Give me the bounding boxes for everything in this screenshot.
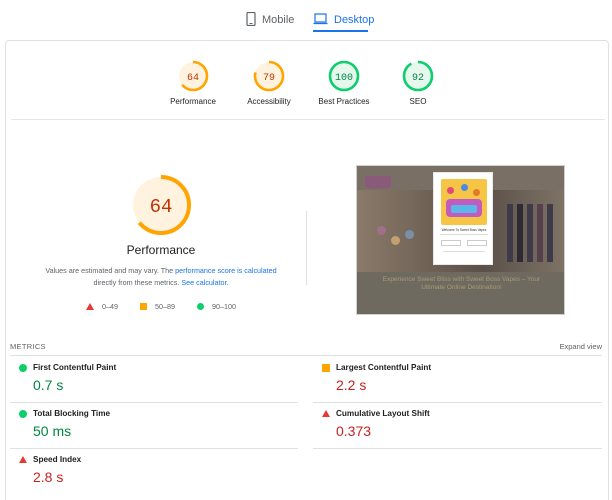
note-text: Values are estimated and may vary. The xyxy=(45,266,176,275)
score-calculation-link[interactable]: performance score is calculated xyxy=(175,266,276,275)
performance-title: Performance xyxy=(126,243,196,257)
metric-value: 0.373 xyxy=(336,423,372,439)
metrics-divider xyxy=(10,355,602,356)
metric-name: Total Blocking Time xyxy=(33,409,111,418)
device-tabs: Mobile Desktop xyxy=(0,0,612,34)
gauge-seo[interactable]: 92 SEO xyxy=(378,59,458,106)
tab-desktop-label: Desktop xyxy=(334,14,375,26)
gauge-label: Accessibility xyxy=(247,97,291,106)
tab-mobile-label: Mobile xyxy=(262,14,295,26)
popup-image xyxy=(441,179,487,225)
legend-range: 90–100 xyxy=(212,302,236,311)
gauge-best-practices[interactable]: 100 Best Practices xyxy=(304,59,384,106)
gauge-ring: 64 xyxy=(177,60,209,92)
gauge-label: SEO xyxy=(409,97,427,106)
site-logo xyxy=(365,176,391,188)
active-tab-indicator xyxy=(313,30,368,32)
metric-name: Largest Contentful Paint xyxy=(336,363,432,372)
section-divider xyxy=(11,119,605,120)
metric-value: 0.7 s xyxy=(33,377,64,393)
metric-name: First Contentful Paint xyxy=(33,363,117,372)
expand-view-toggle[interactable]: Expand view xyxy=(559,342,602,351)
screenshot-caption: Experience Sweet Bliss with Sweet Boss V… xyxy=(382,276,541,291)
gauge-label: Performance xyxy=(170,97,216,106)
circle-icon xyxy=(197,303,204,310)
performance-summary: 64 Performance Values are estimated and … xyxy=(26,173,296,311)
svg-text:79: 79 xyxy=(263,73,275,84)
metric-speed-index: Speed Index 2.8 s xyxy=(10,449,290,495)
svg-text:64: 64 xyxy=(150,196,173,218)
legend-average: 50–89 xyxy=(140,302,175,311)
score-legend: 0–49 50–89 90–100 xyxy=(26,302,296,311)
square-icon xyxy=(322,364,330,372)
see-calculator-link[interactable]: See calculator. xyxy=(181,278,228,287)
laptop-icon xyxy=(313,12,328,28)
triangle-icon xyxy=(19,456,27,463)
final-screenshot: Experience Sweet Bliss with Sweet Boss V… xyxy=(356,165,565,315)
tab-desktop[interactable]: Desktop xyxy=(313,8,374,32)
report-card: 64 Performance 79 Accessibility 100 Best… xyxy=(5,40,609,500)
gauge-ring: 79 xyxy=(253,60,285,92)
gauge-ring: 100 xyxy=(328,60,360,92)
metric-name: Cumulative Layout Shift xyxy=(336,409,430,418)
circle-icon xyxy=(19,410,27,418)
metric-value: 2.8 s xyxy=(33,469,64,485)
svg-text:64: 64 xyxy=(187,73,199,84)
note-text-2: directly from these metrics. xyxy=(93,278,182,287)
metric-fcp: First Contentful Paint 0.7 s xyxy=(10,357,290,403)
circle-icon xyxy=(19,364,27,372)
triangle-icon xyxy=(322,410,330,417)
gauge-ring: 92 xyxy=(402,60,434,92)
popup-button xyxy=(467,240,487,246)
square-icon xyxy=(140,303,147,310)
popup-modal: Welcome To Sweet Boss Vapes xyxy=(433,172,493,265)
performance-gauge: 64 xyxy=(131,175,191,235)
gauge-label: Best Practices xyxy=(318,97,370,106)
svg-text:100: 100 xyxy=(335,73,353,84)
performance-note: Values are estimated and may vary. The p… xyxy=(26,265,296,289)
gauge-performance[interactable]: 64 Performance xyxy=(153,59,233,106)
metric-tbt: Total Blocking Time 50 ms xyxy=(10,403,290,449)
triangle-icon xyxy=(86,303,94,310)
smartphone-icon xyxy=(246,11,256,29)
metric-name: Speed Index xyxy=(33,455,82,464)
metric-lcp: Largest Contentful Paint 2.2 s xyxy=(313,357,593,403)
legend-pass: 90–100 xyxy=(197,302,236,311)
metric-divider xyxy=(313,448,602,449)
metric-cls: Cumulative Layout Shift 0.373 xyxy=(313,403,593,449)
tab-mobile[interactable]: Mobile xyxy=(246,8,294,32)
metric-value: 50 ms xyxy=(33,423,72,439)
metrics-header: METRICS Expand view xyxy=(10,342,602,351)
popup-button xyxy=(441,240,461,246)
svg-text:92: 92 xyxy=(412,73,424,84)
metric-value: 2.2 s xyxy=(336,377,367,393)
legend-fail: 0–49 xyxy=(86,302,118,311)
gauge-accessibility[interactable]: 79 Accessibility xyxy=(229,59,309,106)
vertical-divider xyxy=(306,211,307,285)
metrics-heading: METRICS xyxy=(10,342,46,351)
legend-range: 50–89 xyxy=(155,302,175,311)
legend-range: 0–49 xyxy=(102,302,118,311)
popup-title: Welcome To Sweet Boss Vapes xyxy=(441,228,487,232)
